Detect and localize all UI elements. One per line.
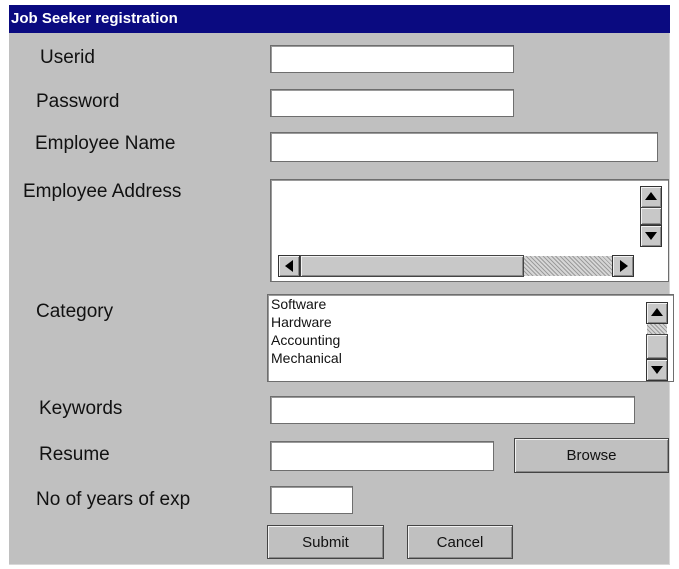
password-label: Password [36,91,120,112]
cancel-button[interactable]: Cancel [407,525,513,559]
category-scroll-up-button[interactable] [646,302,668,324]
address-vertical-scroll-thumb[interactable] [640,207,662,225]
category-option-mechanical[interactable]: Mechanical [271,350,342,366]
employee-address-label: Employee Address [23,181,182,202]
down-arrow-icon [645,232,657,240]
category-scroll-down-button[interactable] [646,359,668,381]
category-option-software[interactable]: Software [271,296,326,312]
down-arrow-icon [651,366,663,374]
years-of-experience-input[interactable] [270,486,353,514]
address-scroll-up-button[interactable] [640,186,662,208]
address-scroll-left-button[interactable] [278,255,300,277]
left-arrow-icon [285,260,293,272]
submit-button[interactable]: Submit [267,525,384,559]
category-scroll-thumb[interactable] [646,334,668,359]
keywords-label: Keywords [39,398,123,419]
address-horizontal-scroll-thumb[interactable] [300,255,524,277]
category-scroll-track[interactable] [647,324,667,334]
employee-address-textarea[interactable] [270,179,669,282]
category-listbox[interactable]: Software Hardware Accounting Mechanical [267,294,674,382]
password-input[interactable] [270,89,514,117]
userid-input[interactable] [270,45,514,73]
category-option-hardware[interactable]: Hardware [271,314,332,330]
employee-name-label: Employee Name [35,133,176,154]
resume-file-input[interactable] [270,441,494,471]
browse-button[interactable]: Browse [514,438,669,473]
category-option-accounting[interactable]: Accounting [271,332,340,348]
window-title: Job Seeker registration [9,5,670,33]
job-seeker-registration-window: Job Seeker registration Userid Password … [9,5,674,565]
userid-label: Userid [40,47,95,68]
years-of-experience-label: No of years of exp [36,489,191,510]
up-arrow-icon [651,308,663,316]
resume-label: Resume [39,444,110,465]
keywords-input[interactable] [270,396,635,424]
up-arrow-icon [645,192,657,200]
category-label: Category [36,301,114,322]
right-arrow-icon [620,260,628,272]
address-scroll-right-button[interactable] [612,255,634,277]
address-horizontal-scroll-track[interactable] [524,256,612,276]
address-scroll-down-button[interactable] [640,225,662,247]
employee-name-input[interactable] [270,132,658,162]
